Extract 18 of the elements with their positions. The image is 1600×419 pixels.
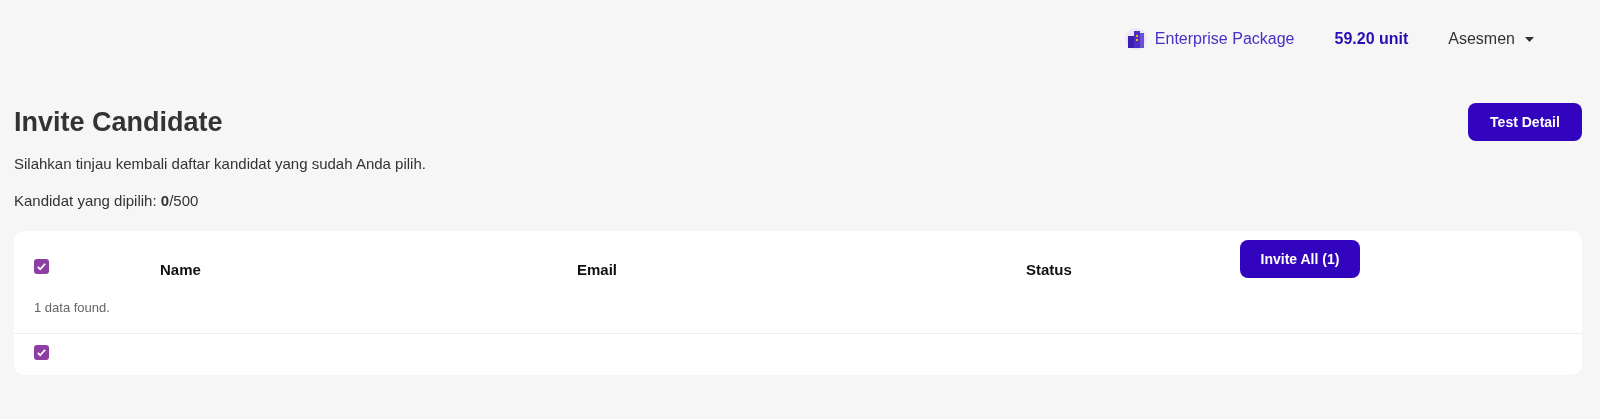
check-icon	[36, 347, 47, 358]
column-header: Email	[577, 261, 619, 278]
column-header: Status	[1026, 261, 1073, 278]
building-icon	[1124, 28, 1147, 50]
checkbox[interactable]	[34, 259, 49, 274]
invite-all-button[interactable]: Invite All (1)	[1240, 240, 1360, 278]
column-header: Name	[160, 261, 202, 278]
page-description: Silahkan tinjau kembali daftar kandidat yang sudah Anda pilih.	[14, 155, 427, 172]
caret-icon	[1525, 36, 1534, 42]
page-title: Invite Candidate	[14, 106, 223, 138]
test-detail-button[interactable]: Test Detail	[1468, 103, 1582, 141]
check-icon	[36, 261, 47, 272]
unit-balance: 59.20 unit	[1334, 30, 1409, 48]
selected-count: Kandidat yang dipilih: 0/500	[14, 192, 200, 209]
checkbox[interactable]	[34, 345, 49, 360]
assessment-menu[interactable]: Asesmen	[1448, 30, 1534, 48]
result-count: 1 data found.	[33, 299, 111, 317]
package-link[interactable]: Enterprise Package	[1124, 28, 1295, 50]
